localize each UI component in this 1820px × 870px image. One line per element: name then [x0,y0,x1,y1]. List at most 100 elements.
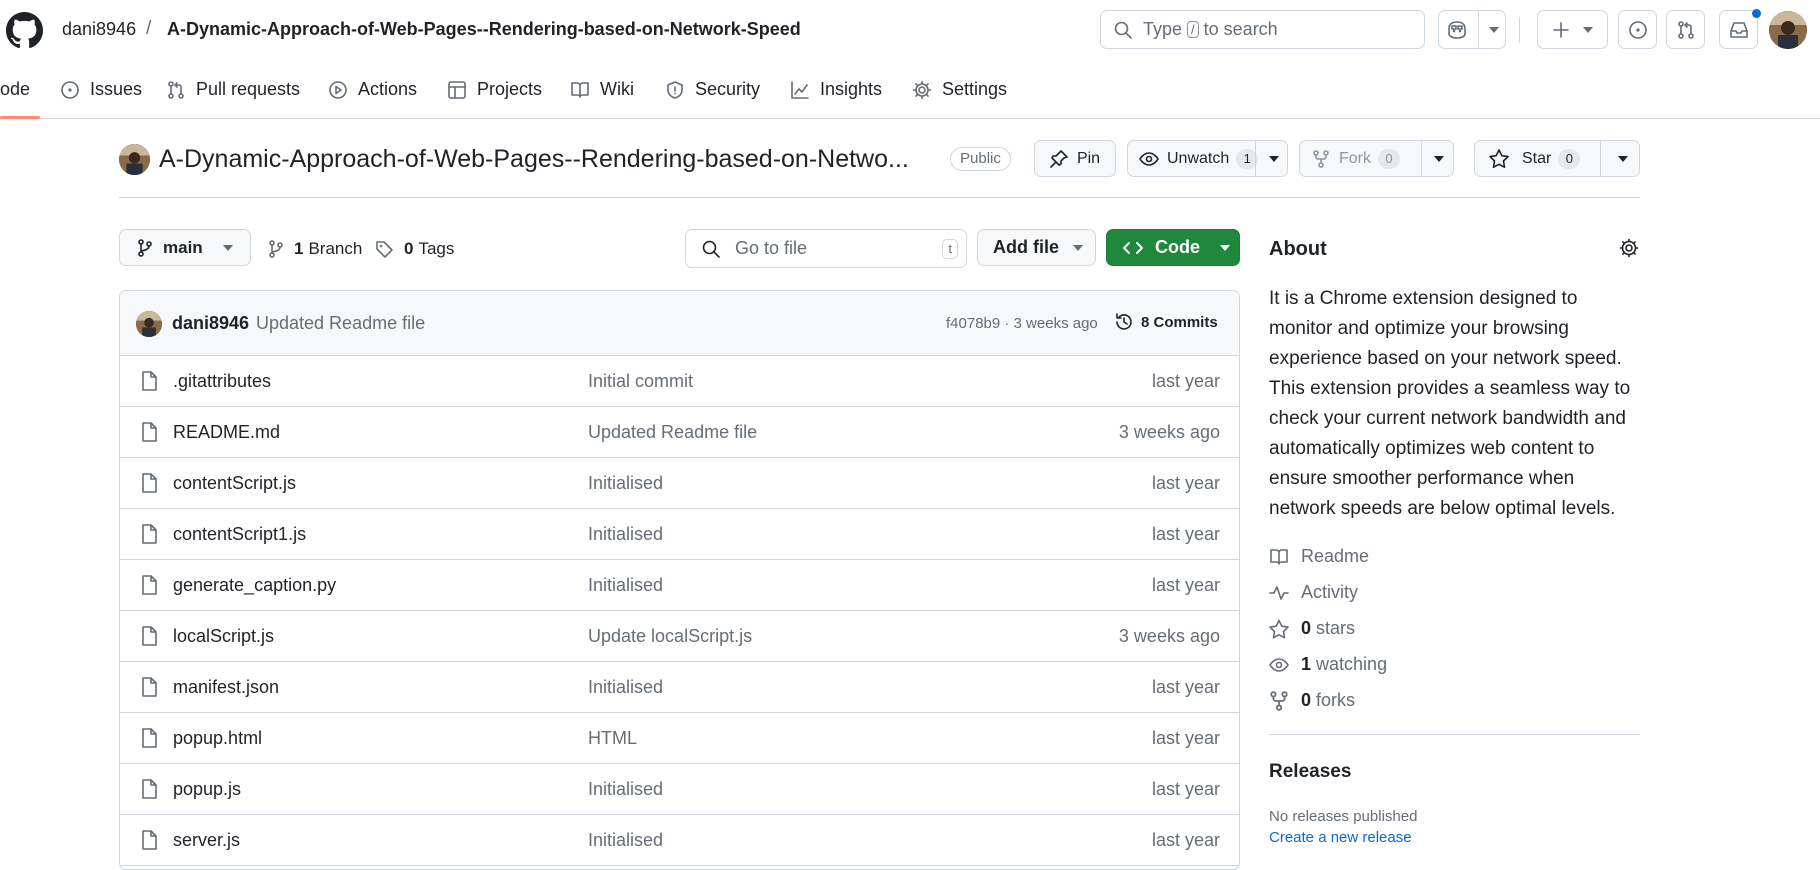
file-name[interactable]: contentScript1.js [173,524,306,545]
add-file-button[interactable]: Add file [977,229,1096,266]
gear-icon [912,80,932,99]
repo-title[interactable]: A-Dynamic-Approach-of-Web-Pages--Renderi… [159,145,909,174]
file-name[interactable]: server.js [173,830,240,851]
stars-count: 0 [1301,618,1312,638]
releases-heading[interactable]: Releases [1269,761,1351,783]
tab-projects[interactable]: Projects [447,60,542,119]
star-label: Star [1522,149,1552,167]
branch-selector[interactable]: main [119,229,251,266]
file-row[interactable]: server.js Initialised last year [120,815,1239,866]
file-commit-message[interactable]: HTML [588,728,637,749]
chevron-down-icon [1073,244,1083,251]
search-input[interactable]: Type / to search [1100,10,1425,49]
inbox-icon [1729,21,1748,38]
user-avatar[interactable] [1769,11,1807,49]
activity-link[interactable]: Activity [1269,582,1358,603]
commit-author[interactable]: dani8946 [172,313,249,334]
tab-actions[interactable]: Actions [328,60,417,119]
github-logo-icon[interactable] [6,12,43,49]
top-bar: dani8946 / A-Dynamic-Approach-of-Web-Pag… [0,0,1820,60]
forks-label: forks [1316,690,1356,710]
owner-link[interactable]: dani8946 [62,19,136,40]
file-commit-message[interactable]: Initialised [588,677,663,698]
file-name[interactable]: localScript.js [173,626,274,647]
tag-icon [376,240,393,258]
file-row[interactable]: popup.html HTML last year [120,713,1239,764]
file-row[interactable]: manifest.json Initialised last year [120,662,1239,713]
tab-pull-requests[interactable]: Pull requests [166,60,300,119]
file-row[interactable]: contentScript1.js Initialised last year [120,509,1239,560]
commits-link[interactable]: 8 Commits [1114,312,1218,332]
branches-label: Branch [308,239,363,258]
about-heading: About [1269,238,1327,260]
fork-count: 0 [1378,148,1400,169]
pull-requests-button[interactable] [1666,10,1705,49]
file-name[interactable]: popup.html [173,728,262,749]
commit-message[interactable]: Updated Readme file [256,313,425,334]
tab-label: Insights [820,79,883,99]
forks-link[interactable]: 0 forks [1269,690,1355,711]
branches-link[interactable]: 1 Branch [268,239,362,259]
code-button[interactable]: Code [1106,229,1240,266]
file-row[interactable]: popup.js Initialised last year [120,764,1239,815]
play-icon [329,80,347,99]
file-commit-message[interactable]: Updated Readme file [588,422,757,443]
copilot-button[interactable] [1438,10,1506,49]
file-commit-message[interactable]: Initialised [588,524,663,545]
commit-hash-time[interactable]: f4078b9 · 3 weeks ago [946,315,1098,332]
commits-count: 8 Commits [1141,313,1218,331]
chevron-down-icon[interactable] [1618,156,1628,162]
file-commit-message[interactable]: Initialised [588,830,663,851]
unwatch-button[interactable]: Unwatch 1 [1127,140,1288,177]
file-row[interactable]: contentScript.js Initialised last year [120,458,1239,509]
tab-code[interactable]: ode [0,60,30,119]
file-commit-message[interactable]: Update localScript.js [588,626,752,647]
tags-link[interactable]: 0 Tags [375,239,454,259]
tab-issues[interactable]: Issues [60,60,142,119]
gear-icon[interactable] [1619,238,1639,258]
file-row[interactable]: localScript.js Update localScript.js 3 w… [120,611,1239,662]
owner-avatar[interactable] [119,144,150,175]
file-icon [142,677,157,697]
file-row[interactable]: README.md Updated Readme file 3 weeks ag… [120,407,1239,458]
commit-author-avatar[interactable] [136,311,162,337]
file-name[interactable]: generate_caption.py [173,575,336,596]
tab-wiki[interactable]: Wiki [570,60,634,119]
tab-label: Pull requests [196,79,301,99]
create-new-button[interactable] [1537,10,1608,49]
chevron-down-icon[interactable] [1269,156,1279,162]
file-name[interactable]: README.md [173,422,280,443]
file-name[interactable]: contentScript.js [173,473,296,494]
file-row[interactable]: generate_caption.py Initialised last yea… [120,560,1239,611]
tab-settings[interactable]: Settings [912,60,1007,119]
goto-file-input[interactable]: Go to file t [685,229,967,268]
file-name[interactable]: manifest.json [173,677,279,698]
file-date: 3 weeks ago [1118,626,1220,646]
tab-insights[interactable]: Insights [790,60,882,119]
file-row[interactable]: .gitattributes Initial commit last year [120,356,1239,407]
file-commit-message[interactable]: Initialised [588,779,663,800]
pin-button[interactable]: Pin [1034,140,1116,177]
tags-count: 0 [404,239,414,258]
issue-icon [61,80,79,99]
readme-link[interactable]: Readme [1269,546,1369,567]
file-name[interactable]: popup.js [173,779,241,800]
create-release-link[interactable]: Create a new release [1269,829,1412,846]
shield-icon [667,80,683,99]
fork-icon [1270,690,1288,711]
fork-icon [1313,149,1329,168]
watching-link[interactable]: 1 watching [1269,654,1387,675]
tab-label: Security [695,79,761,99]
tab-security[interactable]: Security [665,60,760,119]
repo-name-link[interactable]: A-Dynamic-Approach-of-Web-Pages--Renderi… [167,19,801,40]
file-commit-message[interactable]: Initialised [588,575,663,596]
issues-button[interactable] [1618,10,1657,49]
stars-link[interactable]: 0 stars [1269,618,1355,639]
star-button[interactable]: Star 0 [1474,140,1640,177]
file-name[interactable]: .gitattributes [173,371,271,392]
file-commit-message[interactable]: Initialised [588,473,663,494]
fork-button[interactable]: Fork 0 [1299,140,1454,177]
file-commit-message[interactable]: Initial commit [588,371,693,392]
chevron-down-icon[interactable] [1434,156,1444,162]
header-separator [119,197,1640,198]
